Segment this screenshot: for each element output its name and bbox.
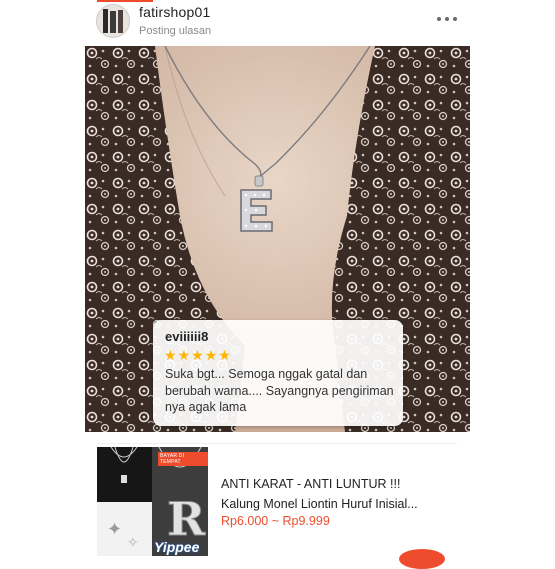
- star-icon: ★: [164, 347, 177, 363]
- star-icon: ★: [177, 347, 191, 363]
- svg-text:R: R: [167, 492, 206, 546]
- reviewer-name: eviiiiii8: [165, 329, 209, 344]
- shop-avatar[interactable]: [96, 4, 130, 38]
- star-icon: ★: [204, 347, 218, 363]
- review-card: eviiiiii8 ★ ★ ★ ★ ★ Suka bgt... Semoga n…: [153, 320, 403, 426]
- post-subtitle: Posting ulasan: [139, 25, 212, 37]
- active-tab-indicator: [97, 0, 153, 2]
- product-title-line1[interactable]: ANTI KARAT - ANTI LUNTUR !!!: [221, 474, 457, 494]
- svg-text:✦: ✦: [107, 519, 122, 540]
- star-icon: ★: [218, 347, 231, 363]
- more-dots-icon[interactable]: [434, 8, 460, 28]
- star-icon: ★: [191, 347, 204, 363]
- shop-username[interactable]: fatirshop01: [139, 4, 210, 20]
- svg-text:✧: ✧: [127, 535, 139, 551]
- brand-logo: Yippee: [154, 539, 200, 555]
- rating-stars: ★ ★ ★ ★ ★: [164, 347, 231, 363]
- product-price: Rp6.000 ~ Rp9.999: [221, 514, 330, 528]
- product-card[interactable]: ✦ ✧ R BAYAR DI TEMPAT Yippee ANTI KARAT …: [97, 443, 457, 556]
- product-title-line2[interactable]: Kalung Monel Liontin Huruf Inisial...: [221, 494, 457, 514]
- review-photo[interactable]: eviiiiii8 ★ ★ ★ ★ ★ Suka bgt... Semoga n…: [85, 46, 470, 432]
- review-text: Suka bgt... Semoga nggak gatal dan berub…: [165, 367, 394, 414]
- product-image[interactable]: ✦ ✧ R BAYAR DI TEMPAT Yippee: [97, 447, 208, 556]
- floating-cart-button[interactable]: [399, 549, 445, 569]
- cod-badge: BAYAR DI TEMPAT: [158, 452, 208, 466]
